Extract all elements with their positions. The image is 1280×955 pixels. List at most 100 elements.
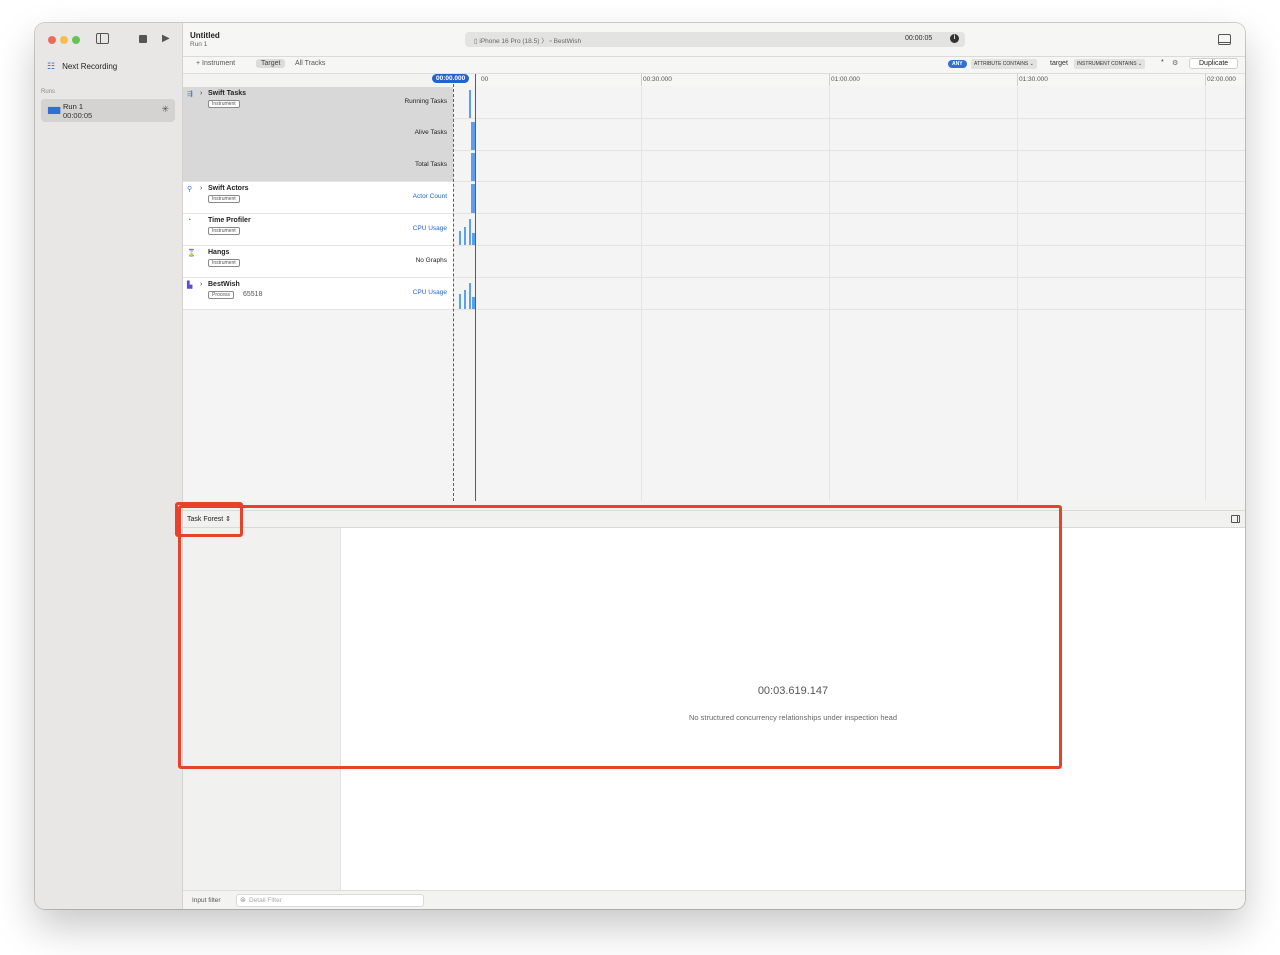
run-item[interactable]: ▆▆ Run 1 00:00:05 ✳︎ (41, 99, 175, 122)
chevron-right-icon[interactable]: › (200, 90, 202, 97)
any-match-badge[interactable]: ANY (948, 60, 967, 68)
graph-lane[interactable] (453, 182, 1245, 214)
graph-bar (469, 90, 471, 118)
document-subtitle: Run 1 (190, 41, 208, 48)
graph-bar (459, 231, 461, 245)
info-icon[interactable]: i (950, 34, 959, 43)
input-filter-button[interactable]: Input filter (192, 897, 221, 904)
app-icon: ▫ (549, 38, 552, 45)
filter-value[interactable]: target (1050, 60, 1068, 67)
graph-bar (469, 219, 471, 245)
track-time-profiler[interactable]: ◔ Time Profiler Instrument CPU Usage (183, 214, 453, 246)
sidebar-toggle-icon[interactable] (96, 33, 109, 44)
swift-tasks-icon: ⇶ (187, 91, 193, 98)
track-badge: Instrument (208, 227, 240, 235)
track-hangs[interactable]: ⌛ Hangs Instrument No Graphs (183, 246, 453, 278)
ruler-tick-label: 01:00.000 (831, 76, 860, 83)
all-tracks-tab[interactable]: All Tracks (295, 60, 325, 67)
graph-label: Actor Count (412, 193, 447, 200)
next-recording-item[interactable]: ☷ Next Recording (47, 61, 117, 72)
chevron-right-icon[interactable]: › (200, 281, 202, 288)
highlight-box-detail (178, 505, 1062, 769)
close-window-button[interactable] (48, 36, 56, 44)
track-name: Hangs (208, 249, 230, 256)
graph-label: Running Tasks (404, 98, 447, 105)
attribute-contains-token[interactable]: ATTRIBUTE CONTAINS ⌄ (971, 59, 1037, 69)
track-name: Swift Actors (208, 185, 249, 192)
target-selector[interactable]: ▯ iPhone 16 Pro (18.5) 〉 ▫ BestWish (474, 35, 581, 45)
document-title: Untitled (190, 31, 220, 40)
duplicate-button[interactable]: Duplicate (1189, 58, 1239, 69)
app-icon: ▙ (187, 282, 193, 289)
ruler-tick (1017, 74, 1018, 86)
track-name: BestWish (208, 281, 240, 288)
graph-lane[interactable] (453, 119, 1245, 151)
process-id: 65518 (243, 291, 263, 298)
graph-label: No Graphs (415, 257, 447, 264)
track-swift-tasks[interactable]: ⇶ › Swift Tasks Instrument Running Tasks… (183, 87, 453, 182)
graph-lane[interactable] (453, 246, 1245, 278)
graph-bar (459, 294, 461, 309)
detail-filter-input[interactable] (249, 895, 419, 906)
graph-lane[interactable] (453, 150, 1245, 182)
graph-label: CPU Usage (412, 289, 447, 296)
filter-options-icon[interactable]: ⚙ (1172, 59, 1178, 67)
track-swift-actors[interactable]: ⚲ › Swift Actors Instrument Actor Count (183, 182, 453, 214)
runs-section-label: Runs (41, 89, 56, 95)
sidebar: ▶︎ ☷ Next Recording Runs ▆▆ Run 1 00:00:… (35, 23, 183, 909)
track-bestwish-process[interactable]: ▙ › BestWish Process 65518 CPU Usage (183, 278, 453, 310)
hourglass-icon: ⌛ (187, 250, 196, 257)
stop-recording-button[interactable] (139, 35, 147, 43)
track-badge: Instrument (208, 259, 240, 267)
run-duration: 00:00:05 (63, 111, 93, 120)
progress-spinner-icon: ✳︎ (161, 104, 169, 114)
time-ruler[interactable]: 00 00:30.000 01:00.000 01:30.000 02:00.0… (455, 74, 1245, 86)
list-icon: ☷ (47, 61, 56, 71)
run-name: Run 1 (63, 102, 84, 111)
add-instrument-button[interactable]: + Instrument (196, 60, 235, 67)
ruler-tick (829, 74, 830, 86)
toolbar: Untitled Run 1 ▯ iPhone 16 Pro (18.5) 〉 … (183, 23, 1245, 57)
activity-view[interactable]: ▯ iPhone 16 Pro (18.5) 〉 ▫ BestWish 00:0… (465, 32, 965, 47)
actor-icon: ⚲ (187, 186, 193, 193)
inspector-toggle-icon[interactable] (1231, 515, 1240, 523)
pause-resume-button[interactable]: ▶︎ (162, 34, 170, 44)
graph-bar (464, 290, 466, 309)
graph-lane[interactable] (453, 87, 1245, 119)
chevron-right-icon: 〉 (541, 38, 550, 45)
instruments-window: ▶︎ ☷ Next Recording Runs ▆▆ Run 1 00:00:… (35, 23, 1245, 909)
playhead-line[interactable] (453, 74, 454, 501)
filter-bar: + Instrument Target All Tracks ANY ATTRI… (183, 57, 1245, 74)
instrument-contains-token[interactable]: INSTRUMENT CONTAINS ⌄ (1074, 59, 1146, 69)
zoom-window-button[interactable] (72, 36, 80, 44)
track-name: Time Profiler (208, 217, 251, 224)
ruler-tick-label: 01:30.000 (1019, 76, 1048, 83)
inspection-head-line[interactable] (475, 74, 476, 501)
graph-bar (469, 283, 471, 309)
target-filter-tab[interactable]: Target (256, 59, 286, 68)
star-icon[interactable]: * (1161, 59, 1164, 66)
track-badge: Instrument (208, 195, 240, 203)
graph-bar (464, 227, 466, 245)
detail-filter-field[interactable]: ⊜ (236, 894, 424, 907)
track-badge: Instrument (208, 100, 240, 108)
ruler-tick-label: 02:00.000 (1207, 76, 1236, 83)
graph-lane[interactable] (453, 214, 1245, 246)
ruler-tick-label: 00:30.000 (643, 76, 672, 83)
playhead-time-label[interactable]: 00:00.000 (432, 74, 470, 83)
time-profiler-icon: ◔ (187, 217, 192, 224)
elapsed-time: 00:00:05 (905, 35, 933, 42)
track-name: Swift Tasks (208, 90, 246, 97)
detail-panel-toggle-icon[interactable] (1218, 34, 1231, 45)
ruler-tick (1205, 74, 1206, 86)
graph-label: CPU Usage (412, 225, 447, 232)
device-icon: ▯ (474, 38, 478, 45)
chevron-right-icon[interactable]: › (200, 185, 202, 192)
instrument-contains-label: INSTRUMENT CONTAINS (1077, 61, 1137, 67)
graph-label: Alive Tasks (414, 129, 447, 136)
minimize-window-button[interactable] (60, 36, 68, 44)
ruler-tick (641, 74, 642, 86)
filter-icon: ⊜ (240, 897, 246, 904)
graph-lane[interactable] (453, 278, 1245, 310)
track-badge: Process (208, 291, 235, 299)
